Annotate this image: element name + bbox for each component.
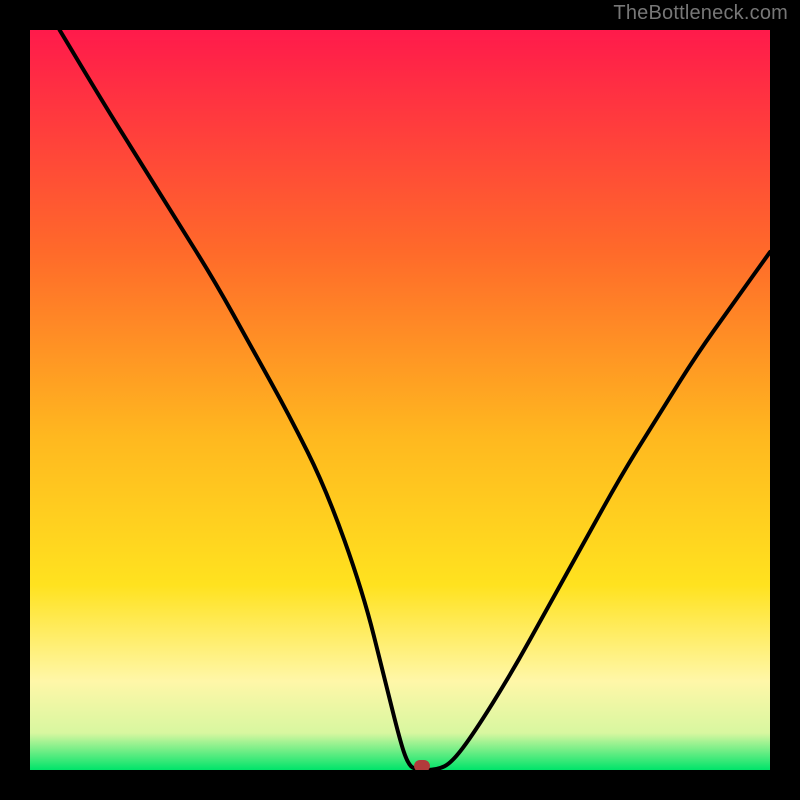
chart-frame: TheBottleneck.com: [0, 0, 800, 800]
optimal-point-marker: [414, 760, 430, 770]
chart-svg: [30, 30, 770, 770]
watermark-text: TheBottleneck.com: [613, 2, 788, 25]
plot-area: [30, 30, 770, 770]
gradient-background: [30, 30, 770, 770]
